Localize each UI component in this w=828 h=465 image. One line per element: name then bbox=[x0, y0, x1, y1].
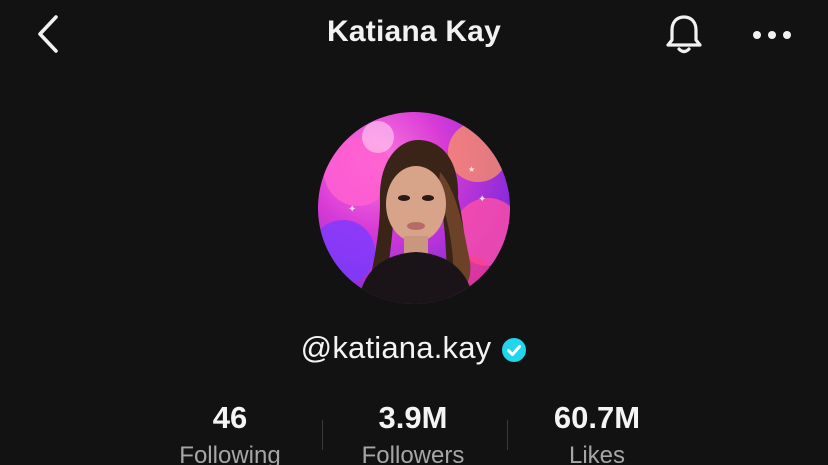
bell-icon bbox=[664, 13, 704, 60]
svg-text:★: ★ bbox=[468, 165, 475, 174]
more-horizontal-icon bbox=[752, 27, 792, 45]
followers-label: Followers bbox=[361, 442, 465, 465]
notification-button[interactable] bbox=[660, 12, 708, 60]
stat-divider bbox=[507, 420, 508, 450]
profile-photo: ✦ ✦ ★ bbox=[318, 121, 510, 304]
svg-text:✦: ✦ bbox=[348, 204, 356, 215]
stat-following[interactable]: 46 Following bbox=[145, 400, 315, 465]
username-row: @katiana.kay bbox=[0, 330, 828, 366]
stat-divider bbox=[322, 420, 323, 450]
avatar[interactable]: ✦ ✦ ★ bbox=[318, 112, 510, 304]
followers-count: 3.9M bbox=[378, 400, 448, 435]
likes-count: 60.7M bbox=[553, 400, 641, 435]
following-label: Following bbox=[179, 442, 281, 465]
stat-followers[interactable]: 3.9M Followers bbox=[328, 400, 498, 465]
more-options-button[interactable] bbox=[748, 14, 796, 58]
likes-label: Likes bbox=[568, 442, 626, 465]
username: @katiana.kay bbox=[300, 330, 492, 365]
stat-likes[interactable]: 60.7M Likes bbox=[512, 400, 682, 465]
svg-text:✦: ✦ bbox=[478, 194, 486, 205]
verified-badge-icon bbox=[501, 337, 527, 363]
following-count: 46 bbox=[212, 400, 248, 435]
profile-screen: Katiana Kay ✦ ✦ ★ @katiana.kay 46 Follow… bbox=[0, 0, 828, 465]
